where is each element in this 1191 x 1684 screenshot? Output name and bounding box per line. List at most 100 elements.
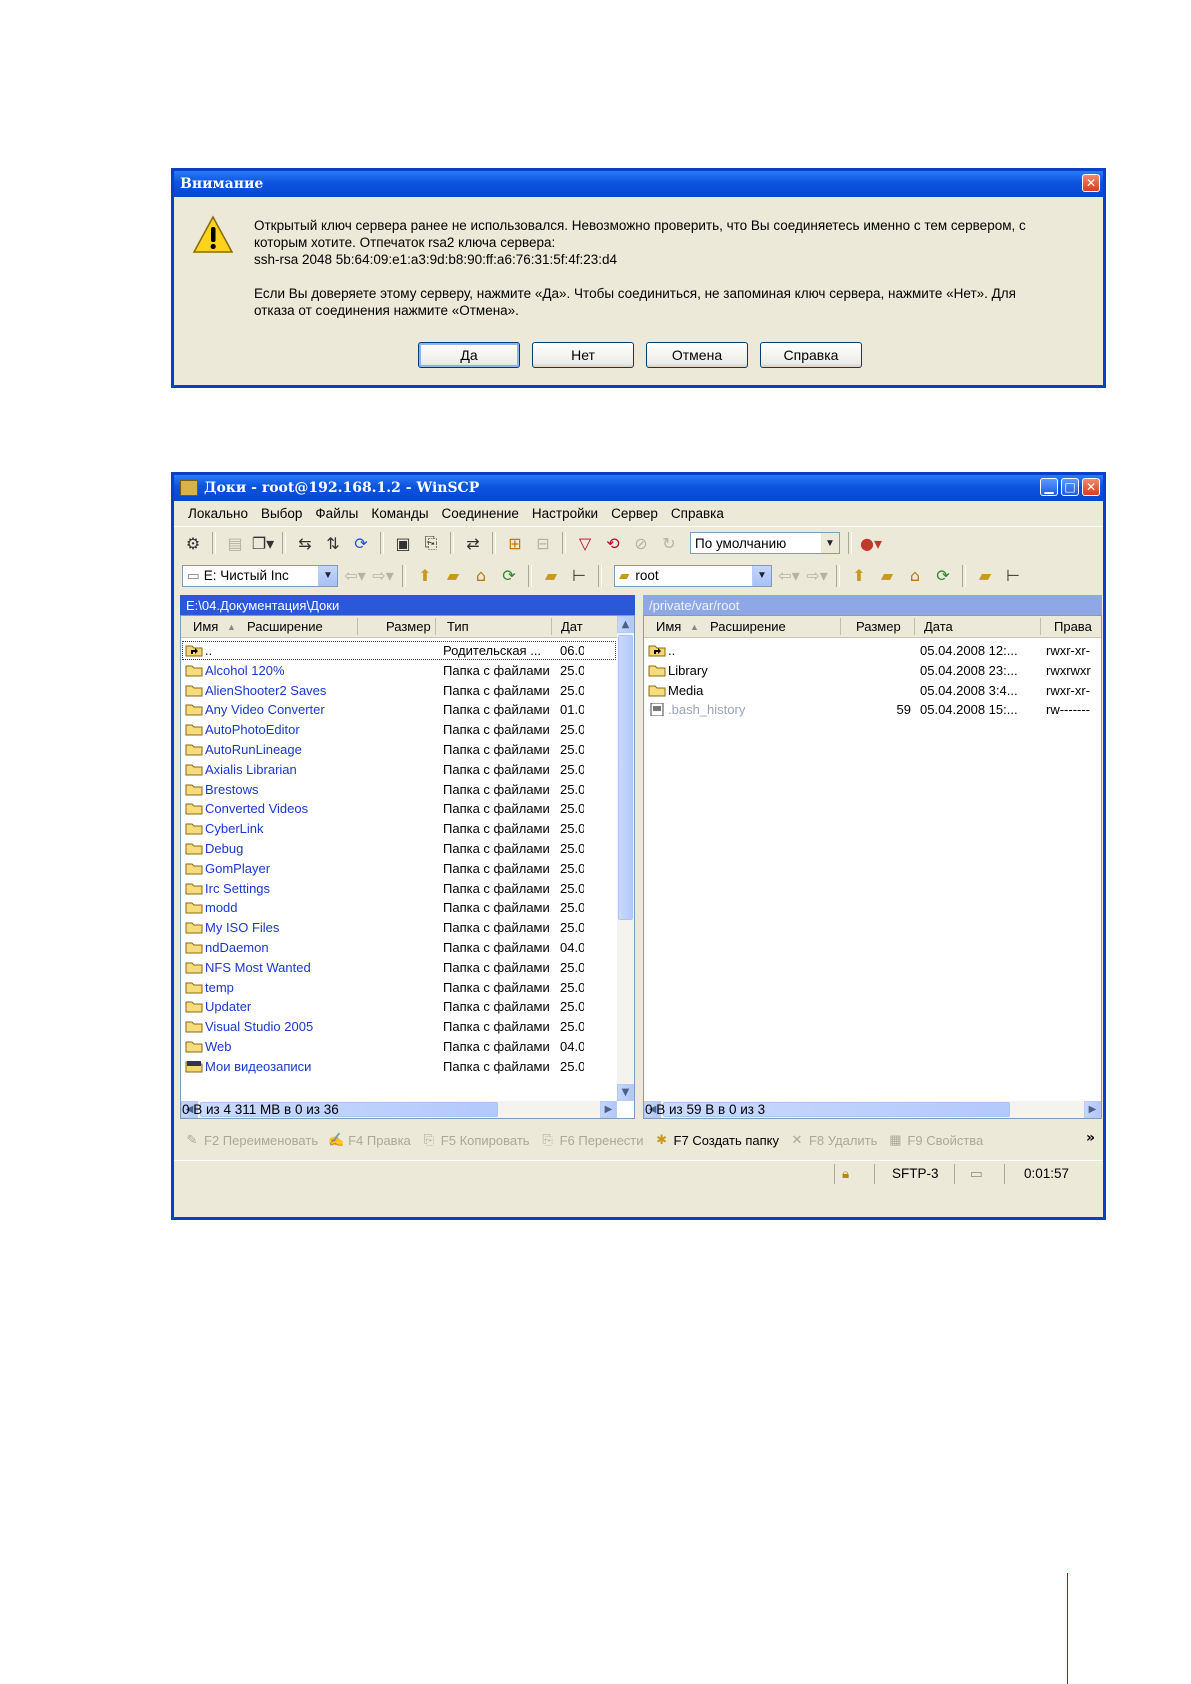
- f6-move-button[interactable]: ⎘ F6 Перенести: [540, 1132, 643, 1148]
- more-chevron-icon[interactable]: »: [1086, 1130, 1095, 1146]
- sync-dirs-icon[interactable]: ⇅: [322, 532, 344, 554]
- col-size[interactable]: Размер: [386, 619, 431, 634]
- table-row[interactable]: NFS Most Wanted Папка с файлами 25.0: [181, 957, 617, 978]
- reload-icon[interactable]: ↻: [658, 532, 680, 554]
- clear-icon[interactable]: ⊘: [630, 532, 652, 554]
- remote-open-dir-icon[interactable]: ▰: [974, 565, 996, 587]
- unselect-icon[interactable]: ⊟: [532, 532, 554, 554]
- col-rights[interactable]: Права: [1054, 619, 1092, 634]
- local-vertical-scrollbar[interactable]: ▲ ▼: [617, 616, 634, 1101]
- menu-local[interactable]: Локально: [188, 506, 248, 521]
- scroll-thumb[interactable]: [618, 635, 633, 920]
- copy-dropdown-icon[interactable]: ❐▾: [252, 532, 274, 554]
- color-dropdown-icon[interactable]: ●▾: [860, 532, 882, 554]
- back-icon[interactable]: ⇦▾: [344, 565, 366, 587]
- table-row[interactable]: Visual Studio 2005 Папка с файлами 25.0: [181, 1016, 617, 1037]
- table-row[interactable]: .. 05.04.2008 12:... rwxr-xr-: [644, 640, 1101, 661]
- table-row[interactable]: Any Video Converter Папка с файлами 01.0: [181, 699, 617, 720]
- menu-files[interactable]: Файлы: [315, 506, 358, 521]
- remote-refresh-icon[interactable]: ⟳: [932, 565, 954, 587]
- scroll-up-icon[interactable]: ▲: [617, 616, 634, 633]
- remote-root-dir-icon[interactable]: ▰: [876, 565, 898, 587]
- remote-home-icon[interactable]: ⌂: [904, 565, 926, 587]
- parent-dir-icon[interactable]: ⬆: [414, 565, 436, 587]
- forward-icon[interactable]: ⇨▾: [372, 565, 394, 587]
- open-dir-icon[interactable]: ▰: [540, 565, 562, 587]
- minimize-icon[interactable]: ▁: [1040, 478, 1058, 496]
- table-row[interactable]: Мои видеозаписи Папка с файлами 25.0: [181, 1056, 617, 1077]
- yes-button[interactable]: Да: [418, 342, 520, 368]
- no-button[interactable]: Нет: [532, 342, 634, 368]
- table-row[interactable]: Media 05.04.2008 3:4... rwxr-xr-: [644, 680, 1101, 701]
- table-row[interactable]: Updater Папка с файлами 25.0: [181, 996, 617, 1017]
- scroll-right-icon[interactable]: ▶: [1084, 1101, 1101, 1118]
- table-row[interactable]: My ISO Files Папка с файлами 25.0: [181, 917, 617, 938]
- refresh-icon[interactable]: ⟳: [498, 565, 520, 587]
- table-row[interactable]: .. Родительская ... 06.0: [181, 640, 617, 661]
- table-row[interactable]: AutoPhotoEditor Папка с файлами 25.0: [181, 719, 617, 740]
- table-row[interactable]: temp Папка с файлами 25.0: [181, 977, 617, 998]
- transfer-preset-select[interactable]: По умолчанию ▼: [690, 532, 840, 554]
- menu-options[interactable]: Настройки: [532, 506, 598, 521]
- col-date[interactable]: Дата: [924, 619, 953, 634]
- select-all-icon[interactable]: ⊞: [504, 532, 526, 554]
- table-row[interactable]: GomPlayer Папка с файлами 25.0: [181, 858, 617, 879]
- table-row[interactable]: ndDaemon Папка с файлами 04.0: [181, 937, 617, 958]
- menu-help[interactable]: Справка: [671, 506, 724, 521]
- home-icon[interactable]: ⌂: [470, 565, 492, 587]
- remote-parent-dir-icon[interactable]: ⬆: [848, 565, 870, 587]
- compare-icon[interactable]: ⇆: [294, 532, 316, 554]
- root-dir-icon[interactable]: ▰: [442, 565, 464, 587]
- col-name[interactable]: Имя: [193, 619, 218, 634]
- queue-icon[interactable]: ▤: [224, 532, 246, 554]
- col-type[interactable]: Тип: [447, 619, 469, 634]
- menu-session[interactable]: Соединение: [442, 506, 519, 521]
- table-row[interactable]: Irc Settings Папка с файлами 25.0: [181, 878, 617, 899]
- menu-server[interactable]: Сервер: [611, 506, 658, 521]
- close-icon[interactable]: ✕: [1082, 478, 1100, 496]
- remote-tree-icon[interactable]: ⊢: [1002, 565, 1024, 587]
- table-row[interactable]: Library 05.04.2008 23:... rwxrwxr: [644, 660, 1101, 681]
- table-row[interactable]: Brestows Папка с файлами 25.0: [181, 779, 617, 800]
- table-row[interactable]: AlienShooter2 Saves Папка с файлами 25.0: [181, 680, 617, 701]
- table-row[interactable]: Alcohol 120% Папка с файлами 25.0: [181, 660, 617, 681]
- remote-forward-icon[interactable]: ⇨▾: [806, 565, 828, 587]
- col-size[interactable]: Размер: [856, 619, 901, 634]
- cancel-button[interactable]: Отмена: [646, 342, 748, 368]
- col-date[interactable]: Дат: [561, 619, 583, 634]
- table-row[interactable]: modd Папка с файлами 25.0: [181, 897, 617, 918]
- refresh-sync-icon[interactable]: ⟳: [350, 532, 372, 554]
- terminal-icon[interactable]: ▣: [392, 532, 414, 554]
- col-name[interactable]: Имя: [656, 619, 681, 634]
- invert-selection-icon[interactable]: ⟲: [602, 532, 624, 554]
- f5-copy-button[interactable]: ⎘ F5 Копировать: [421, 1132, 530, 1148]
- table-row[interactable]: Converted Videos Папка с файлами 25.0: [181, 798, 617, 819]
- maximize-icon[interactable]: □: [1061, 478, 1079, 496]
- table-row[interactable]: AutoRunLineage Папка с файлами 25.0: [181, 739, 617, 760]
- f8-delete-button[interactable]: ✕ F8 Удалить: [789, 1132, 878, 1148]
- filter-icon[interactable]: ▽: [574, 532, 596, 554]
- putty-icon[interactable]: ⎘: [420, 532, 442, 554]
- close-icon[interactable]: ✕: [1082, 174, 1100, 192]
- transfer-icon[interactable]: ⇄: [462, 532, 484, 554]
- table-row[interactable]: .bash_history 59 05.04.2008 15:... rw------…: [644, 699, 1101, 720]
- preferences-gear-icon[interactable]: ⚙: [182, 532, 204, 554]
- f9-properties-button[interactable]: ▦ F9 Свойства: [887, 1132, 983, 1148]
- col-ext[interactable]: Расширение: [710, 619, 786, 634]
- tree-icon[interactable]: ⊢: [568, 565, 590, 587]
- table-row[interactable]: Web Папка с файлами 04.0: [181, 1036, 617, 1057]
- table-row[interactable]: Axialis Librarian Папка с файлами 25.0: [181, 759, 617, 780]
- f4-edit-button[interactable]: ✍ F4 Правка: [328, 1132, 411, 1148]
- table-row[interactable]: Debug Папка с файлами 25.0: [181, 838, 617, 859]
- f7-new-folder-button[interactable]: ✱ F7 Создать папку: [654, 1132, 779, 1148]
- remote-back-icon[interactable]: ⇦▾: [778, 565, 800, 587]
- remote-dir-select[interactable]: ▰ root ▼: [614, 564, 772, 587]
- local-drive-select[interactable]: ▭ E: Чистый Inc ▼: [182, 564, 338, 587]
- scroll-right-icon[interactable]: ▶: [600, 1101, 617, 1118]
- menu-select[interactable]: Выбор: [261, 506, 302, 521]
- col-ext[interactable]: Расширение: [247, 619, 323, 634]
- scroll-down-icon[interactable]: ▼: [617, 1084, 634, 1101]
- table-row[interactable]: CyberLink Папка с файлами 25.0: [181, 818, 617, 839]
- menu-commands[interactable]: Команды: [371, 506, 428, 521]
- f2-rename-button[interactable]: ✎ F2 Переименовать: [184, 1132, 319, 1148]
